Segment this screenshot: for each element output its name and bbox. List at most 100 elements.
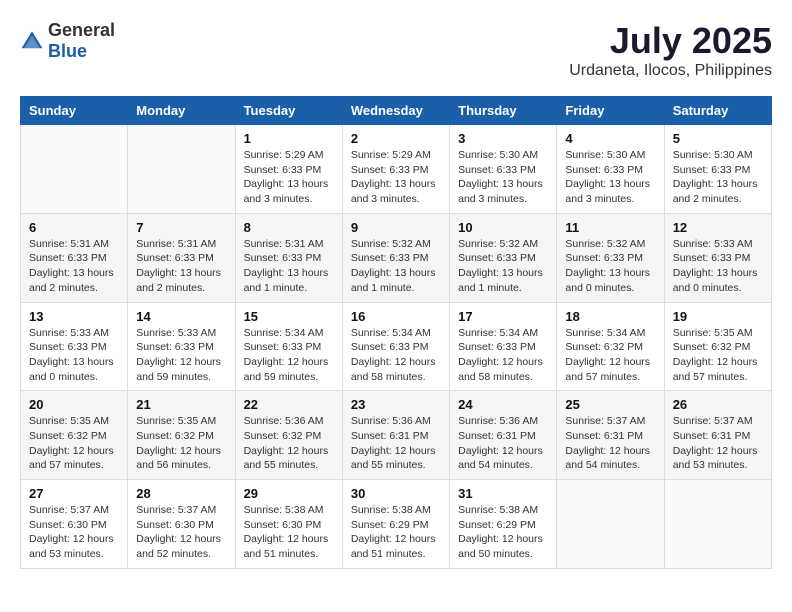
day-info: Sunrise: 5:35 AM Sunset: 6:32 PM Dayligh… — [673, 326, 763, 385]
calendar-cell: 31Sunrise: 5:38 AM Sunset: 6:29 PM Dayli… — [450, 480, 557, 569]
calendar-week-5: 27 Sunrise: 5:37 AM Sunset: 6:30 PM Dayli… — [21, 480, 772, 569]
day-number: 19 — [673, 309, 763, 324]
calendar-cell: 18 Sunrise: 5:34 AM Sunset: 6:32 PM Dayli… — [557, 302, 664, 391]
day-number: 9 — [351, 220, 441, 235]
calendar-cell: 27 Sunrise: 5:37 AM Sunset: 6:30 PM Dayli… — [21, 480, 128, 569]
day-info: Sunrise: 5:29 AM Sunset: 6:33 PM Dayligh… — [244, 148, 334, 207]
day-info: Sunrise: 5:31 AM Sunset: 6:33 PM Dayligh… — [244, 237, 334, 296]
calendar-cell: 19 Sunrise: 5:35 AM Sunset: 6:32 PM Dayli… — [664, 302, 771, 391]
day-info: Sunrise: 5:37 AM Sunset: 6:30 PM Dayligh… — [29, 503, 119, 562]
day-info: Sunrise: 5:33 AM Sunset: 6:33 PM Dayligh… — [673, 237, 763, 296]
day-info: Sunrise: 5:33 AM Sunset: 6:33 PM Dayligh… — [136, 326, 226, 385]
day-info: Sunrise: 5:34 AM Sunset: 6:32 PM Dayligh… — [565, 326, 655, 385]
weekday-header-tuesday: Tuesday — [235, 97, 342, 125]
day-number: 4 — [565, 131, 655, 146]
day-number: 11 — [565, 220, 655, 235]
calendar-cell: 4 Sunrise: 5:30 AM Sunset: 6:33 PM Daylig… — [557, 125, 664, 214]
calendar-week-2: 6 Sunrise: 5:31 AM Sunset: 6:33 PM Daylig… — [21, 213, 772, 302]
day-info: Sunrise: 5:37 AM Sunset: 6:31 PM Dayligh… — [673, 414, 763, 473]
day-number: 1 — [244, 131, 334, 146]
weekday-header-sunday: Sunday — [21, 97, 128, 125]
calendar-cell: 16Sunrise: 5:34 AM Sunset: 6:33 PM Dayli… — [342, 302, 449, 391]
day-info: Sunrise: 5:36 AM Sunset: 6:31 PM Dayligh… — [351, 414, 441, 473]
day-info: Sunrise: 5:37 AM Sunset: 6:31 PM Dayligh… — [565, 414, 655, 473]
day-info: Sunrise: 5:38 AM Sunset: 6:29 PM Dayligh… — [351, 503, 441, 562]
day-number: 18 — [565, 309, 655, 324]
weekday-header-saturday: Saturday — [664, 97, 771, 125]
calendar-cell: 26Sunrise: 5:37 AM Sunset: 6:31 PM Dayli… — [664, 391, 771, 480]
calendar-cell: 3 Sunrise: 5:30 AM Sunset: 6:33 PM Daylig… — [450, 125, 557, 214]
day-info: Sunrise: 5:35 AM Sunset: 6:32 PM Dayligh… — [136, 414, 226, 473]
calendar-cell: 30 Sunrise: 5:38 AM Sunset: 6:29 PM Dayli… — [342, 480, 449, 569]
day-number: 30 — [351, 486, 441, 501]
calendar-cell: 22 Sunrise: 5:36 AM Sunset: 6:32 PM Dayli… — [235, 391, 342, 480]
location: Urdaneta, Ilocos, Philippines — [569, 62, 772, 80]
day-info: Sunrise: 5:30 AM Sunset: 6:33 PM Dayligh… — [673, 148, 763, 207]
day-number: 17 — [458, 309, 548, 324]
day-info: Sunrise: 5:30 AM Sunset: 6:33 PM Dayligh… — [458, 148, 548, 207]
day-info: Sunrise: 5:30 AM Sunset: 6:33 PM Dayligh… — [565, 148, 655, 207]
logo-icon — [20, 29, 44, 53]
calendar-cell: 12 Sunrise: 5:33 AM Sunset: 6:33 PM Dayli… — [664, 213, 771, 302]
day-info: Sunrise: 5:34 AM Sunset: 6:33 PM Dayligh… — [458, 326, 548, 385]
calendar-cell: 5 Sunrise: 5:30 AM Sunset: 6:33 PM Daylig… — [664, 125, 771, 214]
calendar-cell: 8Sunrise: 5:31 AM Sunset: 6:33 PM Daylig… — [235, 213, 342, 302]
weekday-header-wednesday: Wednesday — [342, 97, 449, 125]
day-number: 28 — [136, 486, 226, 501]
day-info: Sunrise: 5:36 AM Sunset: 6:31 PM Dayligh… — [458, 414, 548, 473]
day-number: 24 — [458, 397, 548, 412]
day-number: 3 — [458, 131, 548, 146]
day-info: Sunrise: 5:36 AM Sunset: 6:32 PM Dayligh… — [244, 414, 334, 473]
day-number: 7 — [136, 220, 226, 235]
day-info: Sunrise: 5:32 AM Sunset: 6:33 PM Dayligh… — [351, 237, 441, 296]
logo: General Blue — [20, 20, 115, 62]
day-number: 14 — [136, 309, 226, 324]
day-info: Sunrise: 5:31 AM Sunset: 6:33 PM Dayligh… — [136, 237, 226, 296]
day-number: 5 — [673, 131, 763, 146]
calendar-cell: 17 Sunrise: 5:34 AM Sunset: 6:33 PM Dayli… — [450, 302, 557, 391]
calendar-cell — [21, 125, 128, 214]
day-number: 13 — [29, 309, 119, 324]
day-info: Sunrise: 5:37 AM Sunset: 6:30 PM Dayligh… — [136, 503, 226, 562]
day-number: 25 — [565, 397, 655, 412]
day-number: 21 — [136, 397, 226, 412]
day-number: 31 — [458, 486, 548, 501]
logo-blue: Blue — [48, 41, 87, 61]
calendar-cell: 7 Sunrise: 5:31 AM Sunset: 6:33 PM Daylig… — [128, 213, 235, 302]
title-block: July 2025 Urdaneta, Ilocos, Philippines — [569, 20, 772, 80]
day-number: 2 — [351, 131, 441, 146]
page-header: General Blue July 2025 Urdaneta, Ilocos,… — [20, 20, 772, 80]
logo-text: General Blue — [48, 20, 115, 62]
calendar-cell: 20Sunrise: 5:35 AM Sunset: 6:32 PM Dayli… — [21, 391, 128, 480]
calendar-cell: 9 Sunrise: 5:32 AM Sunset: 6:33 PM Daylig… — [342, 213, 449, 302]
weekday-header-row: SundayMondayTuesdayWednesdayThursdayFrid… — [21, 97, 772, 125]
calendar-cell: 28 Sunrise: 5:37 AM Sunset: 6:30 PM Dayli… — [128, 480, 235, 569]
month-year: July 2025 — [569, 20, 772, 62]
logo-general: General — [48, 20, 115, 40]
calendar-cell: 15 Sunrise: 5:34 AM Sunset: 6:33 PM Dayli… — [235, 302, 342, 391]
calendar-cell — [664, 480, 771, 569]
day-info: Sunrise: 5:31 AM Sunset: 6:33 PM Dayligh… — [29, 237, 119, 296]
weekday-header-thursday: Thursday — [450, 97, 557, 125]
calendar-cell: 23Sunrise: 5:36 AM Sunset: 6:31 PM Dayli… — [342, 391, 449, 480]
day-number: 10 — [458, 220, 548, 235]
day-number: 12 — [673, 220, 763, 235]
day-number: 16 — [351, 309, 441, 324]
day-info: Sunrise: 5:32 AM Sunset: 6:33 PM Dayligh… — [565, 237, 655, 296]
calendar-cell: 11 Sunrise: 5:32 AM Sunset: 6:33 PM Dayli… — [557, 213, 664, 302]
calendar-cell — [128, 125, 235, 214]
day-number: 15 — [244, 309, 334, 324]
calendar-week-4: 20Sunrise: 5:35 AM Sunset: 6:32 PM Dayli… — [21, 391, 772, 480]
calendar-cell: 21 Sunrise: 5:35 AM Sunset: 6:32 PM Dayli… — [128, 391, 235, 480]
day-info: Sunrise: 5:35 AM Sunset: 6:32 PM Dayligh… — [29, 414, 119, 473]
day-number: 27 — [29, 486, 119, 501]
day-info: Sunrise: 5:34 AM Sunset: 6:33 PM Dayligh… — [244, 326, 334, 385]
weekday-header-monday: Monday — [128, 97, 235, 125]
day-info: Sunrise: 5:32 AM Sunset: 6:33 PM Dayligh… — [458, 237, 548, 296]
calendar-cell: 14 Sunrise: 5:33 AM Sunset: 6:33 PM Dayli… — [128, 302, 235, 391]
day-number: 22 — [244, 397, 334, 412]
day-info: Sunrise: 5:38 AM Sunset: 6:30 PM Dayligh… — [244, 503, 334, 562]
calendar-week-1: 1 Sunrise: 5:29 AM Sunset: 6:33 PM Daylig… — [21, 125, 772, 214]
day-number: 6 — [29, 220, 119, 235]
calendar-cell: 6 Sunrise: 5:31 AM Sunset: 6:33 PM Daylig… — [21, 213, 128, 302]
